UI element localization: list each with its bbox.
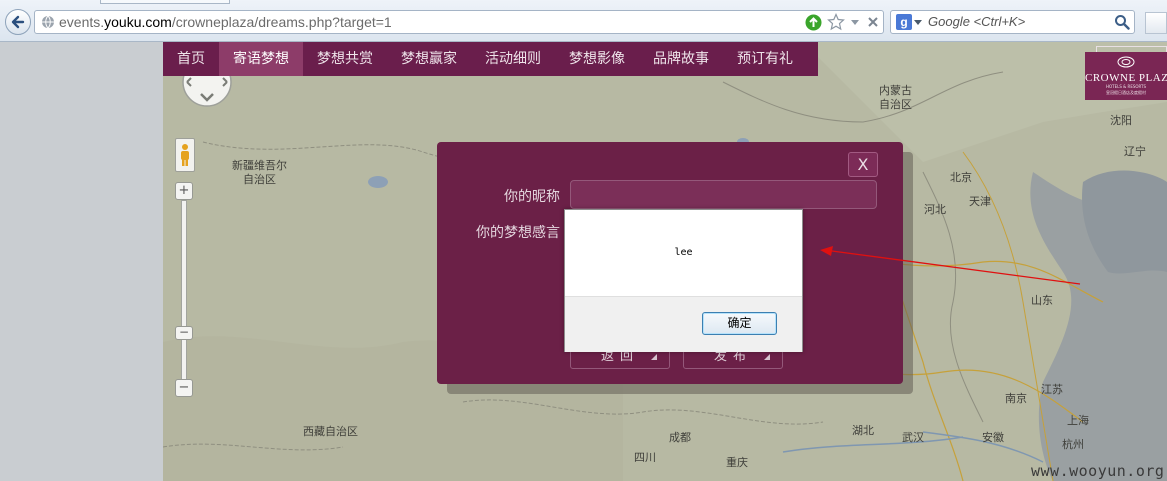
history-dropdown-icon[interactable] xyxy=(849,16,861,28)
map-label-shenyang: 沈阳 xyxy=(1110,114,1132,127)
search-placeholder: Google <Ctrl+K> xyxy=(928,14,1026,29)
url-domain: youku.com xyxy=(104,14,172,30)
google-icon[interactable]: g xyxy=(896,14,912,30)
engine-dropdown-icon[interactable] xyxy=(914,18,922,26)
page-margin xyxy=(0,42,163,481)
dialog-close-button[interactable]: X xyxy=(848,152,878,177)
nav-item-rules[interactable]: 活动细则 xyxy=(471,42,555,76)
map-label-hebei: 河北 xyxy=(924,203,946,216)
map-label-hubei: 湖北 xyxy=(852,424,874,437)
search-bar[interactable]: g Google <Ctrl+K> xyxy=(890,10,1135,34)
nickname-input[interactable] xyxy=(570,180,877,209)
nickname-label: 你的昵称 xyxy=(504,189,560,205)
map-label-tianjin: 天津 xyxy=(969,195,991,208)
map-label-beijing: 北京 xyxy=(950,171,972,184)
stop-icon[interactable] xyxy=(867,16,879,28)
alert-footer: 确定 xyxy=(565,296,802,352)
nav-item-home[interactable]: 首页 xyxy=(163,42,219,76)
annotation-arrow-icon xyxy=(820,246,1081,285)
watermark: www.wooyun.org xyxy=(1031,462,1165,480)
triangle-icon xyxy=(651,354,657,360)
nav-item-dream-videos[interactable]: 梦想影像 xyxy=(555,42,639,76)
map-label-wuhan: 武汉 xyxy=(902,431,924,444)
map-label-jiangsu: 江苏 xyxy=(1041,383,1063,396)
nav-item-share-dreams[interactable]: 梦想共赏 xyxy=(303,42,387,76)
browser-tab[interactable] xyxy=(100,0,230,4)
map-label-inner-mongolia: 内蒙古 自治区 xyxy=(879,84,912,111)
brand-name: CROWNE PLAZ xyxy=(1085,72,1167,84)
map-label-xinjiang: 新疆维吾尔 自治区 xyxy=(232,159,287,186)
crown-icon xyxy=(1117,56,1135,68)
back-button[interactable] xyxy=(5,9,31,35)
brand-tagline-cn: 皇冠假日酒店及度假村 xyxy=(1106,90,1146,95)
site-nav: 首页 寄语梦想 梦想共赏 梦想赢家 活动细则 梦想影像 品牌故事 预订有礼 xyxy=(163,42,818,76)
address-bar[interactable]: events.youku.com/crowneplaza/dreams.php?… xyxy=(34,10,884,34)
map-label-liaoning: 辽宁 xyxy=(1124,145,1146,158)
zoom-out-button[interactable]: − xyxy=(175,379,193,397)
browser-menu-button[interactable] xyxy=(1145,12,1167,34)
map-label-anhui: 安徽 xyxy=(982,431,1004,444)
back-arrow-icon xyxy=(11,15,25,29)
nav-item-brand-story[interactable]: 品牌故事 xyxy=(639,42,723,76)
map-label-chengdu: 成都 xyxy=(669,431,691,444)
alert-dialog: lee 确定 xyxy=(564,209,803,352)
map-label-chongqing: 重庆 xyxy=(726,456,748,469)
map-label-hangzhou: 杭州 xyxy=(1062,438,1084,451)
zoom-slider-thumb[interactable]: − xyxy=(175,326,193,340)
map-label-nanjing: 南京 xyxy=(1005,392,1027,405)
map-label-shandong: 山东 xyxy=(1031,294,1053,307)
map-label-shanghai: 上海 xyxy=(1067,414,1089,427)
go-arrow-icon[interactable] xyxy=(805,14,822,31)
zoom-in-button[interactable]: + xyxy=(175,182,193,200)
alert-ok-button[interactable]: 确定 xyxy=(702,312,777,335)
crowne-plaza-logo[interactable]: CROWNE PLAZ HOTELS & RESORTS 皇冠假日酒店及度假村 xyxy=(1085,52,1167,100)
nav-item-dream-winners[interactable]: 梦想赢家 xyxy=(387,42,471,76)
url-path: /crowneplaza/dreams.php?target=1 xyxy=(171,14,392,30)
browser-toolbar: events.youku.com/crowneplaza/dreams.php?… xyxy=(0,0,1167,42)
zoom-slider-track[interactable] xyxy=(181,200,187,380)
alert-message: lee xyxy=(674,247,693,258)
nav-item-booking-gifts[interactable]: 预订有礼 xyxy=(723,42,807,76)
url-text[interactable]: events.youku.com/crowneplaza/dreams.php?… xyxy=(59,14,392,30)
map-pan-control[interactable] xyxy=(181,70,233,110)
search-icon[interactable] xyxy=(1114,14,1130,30)
nav-item-send-dream[interactable]: 寄语梦想 xyxy=(219,42,303,76)
dream-message-label: 你的梦想感言 xyxy=(476,225,560,241)
triangle-icon xyxy=(764,354,770,360)
globe-icon xyxy=(42,15,54,29)
map-label-sichuan: 四川 xyxy=(634,451,656,464)
url-prefix: events. xyxy=(59,14,105,30)
bookmark-star-icon[interactable] xyxy=(827,13,845,31)
street-view-pegman[interactable] xyxy=(175,138,195,172)
pegman-icon xyxy=(181,144,189,166)
map-label-tibet: 西藏自治区 xyxy=(303,425,358,438)
